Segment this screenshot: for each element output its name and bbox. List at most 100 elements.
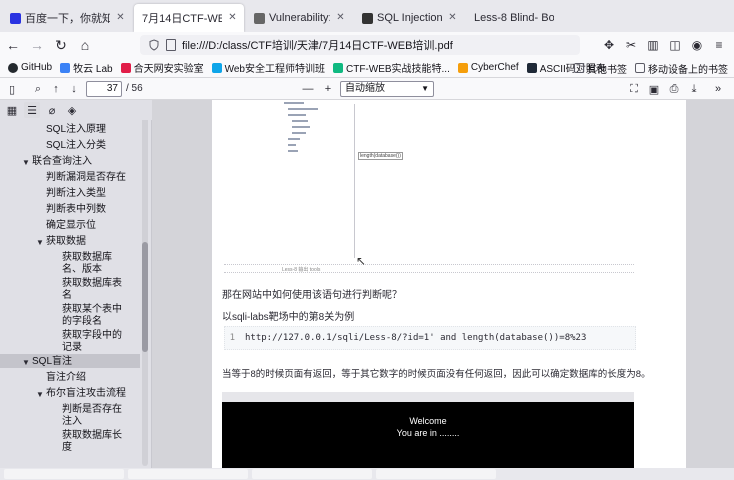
outline-item-selected[interactable]: SQL盲注 (32, 356, 72, 368)
url-bar[interactable]: file:///D:/class/CTF培训/天津/7月14日CTF-WEB培训… (140, 35, 580, 55)
bookmark-muyun-lab[interactable]: 牧云 Lab (60, 60, 113, 75)
close-tab-icon[interactable]: ✕ (115, 12, 126, 23)
arrow-down-icon: ↓ (71, 83, 77, 95)
bottom-tab[interactable] (128, 469, 248, 479)
outline-item[interactable]: 判断是否存在注入 (62, 404, 130, 428)
tab-vulnerability-sql[interactable]: Vulnerability: SQL ✕ (246, 4, 352, 32)
home-button[interactable]: ⌂ (74, 34, 96, 56)
you-are-in-text: You are in ........ (396, 428, 460, 438)
forward-button[interactable]: → (26, 34, 48, 56)
url-text: file:///D:/class/CTF培训/天津/7月14日CTF-WEB培训… (182, 40, 453, 52)
outline-view-button[interactable]: ☰ (24, 102, 40, 118)
tab-ctf-pdf[interactable]: 7月14日CTF-WEB培训 ✕ (134, 4, 244, 32)
zoom-out-button[interactable]: — (300, 81, 316, 97)
bottom-tab[interactable] (4, 469, 124, 479)
page-number-input[interactable]: 37 (86, 81, 122, 97)
outline-item[interactable]: 获取数据库长度 (62, 430, 130, 454)
page-result-screenshot: Welcome You are in ........ (222, 392, 634, 468)
bookmarks-bar: GitHub 牧云 Lab 合天网安实验室 Web安全工程师特训班 CTF-WE… (0, 58, 734, 78)
twisty-expanded-icon[interactable]: ▼ (36, 390, 44, 399)
tab-less-8[interactable]: Less-8 Blind- Boolian (466, 4, 576, 32)
library-icon: ▥ (647, 38, 659, 52)
bookmark-hetian[interactable]: 合天网安实验室 (120, 60, 204, 75)
sidebar-scrollbar[interactable] (142, 102, 148, 466)
layers-view-button[interactable]: ◈ (64, 102, 80, 118)
sidebar-button[interactable]: ◫ (664, 35, 686, 55)
arrow-left-icon: ← (6, 37, 20, 53)
outline-item[interactable]: 获取某个表中的字段名 (62, 304, 130, 328)
bookmark-github[interactable]: GitHub (8, 62, 52, 73)
back-button[interactable]: ← (2, 34, 24, 56)
bookmark-label: 其他书签 (587, 64, 627, 76)
close-tab-icon[interactable]: ✕ (447, 12, 458, 23)
bookmark-ctf-web[interactable]: CTF-WEB实战技能特... (332, 60, 450, 75)
bookmark-web-training[interactable]: Web安全工程师特训班 (211, 60, 325, 75)
snippet-line (292, 120, 308, 122)
layers-icon: ◈ (67, 104, 77, 117)
outline-item[interactable]: SQL注入分类 (46, 140, 106, 152)
ctf-web-icon (332, 62, 343, 73)
dotted-divider (224, 272, 634, 273)
outline-item[interactable]: 判断注入类型 (46, 188, 106, 200)
attachments-view-button[interactable]: ⌀ (44, 102, 60, 118)
tab-label: Vulnerability: SQL (269, 12, 330, 24)
bookmark-other[interactable]: 其他书签 (574, 61, 627, 76)
presentation-mode-button[interactable]: ⛶ (626, 81, 642, 97)
outline-item[interactable]: 获取数据库名、版本 (62, 252, 130, 276)
outline-item[interactable]: 获取数据 (46, 236, 86, 248)
plus-icon: + (324, 83, 332, 95)
bookmark-mobile[interactable]: 移动设备上的书签 (635, 61, 728, 76)
screenshot-button[interactable]: ✂ (620, 35, 642, 55)
outline-item[interactable]: SQL注入原理 (46, 124, 106, 136)
tools-button[interactable]: » (710, 81, 726, 97)
twisty-expanded-icon[interactable]: ▼ (22, 158, 30, 167)
outline-item[interactable]: 获取字段中的记录 (62, 330, 130, 354)
code-block: 1 http://127.0.0.1/sqli/Less-8/?id=1' an… (224, 326, 636, 350)
zoom-in-button[interactable]: + (320, 81, 336, 97)
snippet-divider (354, 104, 355, 258)
snippet-line (288, 108, 318, 110)
outline-item[interactable]: 布尔盲注攻击流程 (46, 388, 126, 400)
bookmark-cyberchef[interactable]: CyberChef (457, 62, 519, 73)
twisty-expanded-icon[interactable]: ▼ (22, 358, 30, 367)
snippet-line (292, 126, 310, 128)
bookmark-label: Web安全工程师特训班 (224, 64, 325, 75)
scrollbar-thumb[interactable] (142, 242, 148, 352)
bottom-tab[interactable] (376, 469, 496, 479)
zoom-select[interactable]: 自动缩放 ▼ (340, 81, 434, 97)
save-button[interactable]: ⤓ (686, 81, 702, 97)
outline-item[interactable]: 联合查询注入 (32, 156, 92, 168)
pdf-viewer[interactable]: length(database()) Less-8 输出 tools ↖ 那在网… (152, 100, 734, 468)
outline-item[interactable]: 确定显示位 (46, 220, 96, 232)
outline-item[interactable]: 判断表中列数 (46, 204, 106, 216)
account-button[interactable]: ◉ (686, 35, 708, 55)
outline-item[interactable]: 获取数据库表名 (62, 278, 130, 302)
bookmarks-right: 其他书签 移动设备上的书签 (566, 58, 728, 78)
print-button[interactable]: ⎙ (666, 81, 682, 97)
paperclip-icon: ⌀ (48, 104, 56, 117)
sidebar-toggle-icon: ▯ (8, 83, 16, 96)
toggle-sidebar-button[interactable]: ▯ (4, 81, 20, 97)
bottom-tab[interactable] (252, 469, 372, 479)
close-tab-icon[interactable]: ✕ (227, 12, 238, 23)
github-icon (8, 62, 18, 73)
twisty-expanded-icon[interactable]: ▼ (36, 238, 44, 247)
thumbnail-view-button[interactable]: ▦ (4, 102, 20, 118)
extension-button[interactable]: ✥ (598, 35, 620, 55)
outline-item[interactable]: 盲注介绍 (46, 372, 86, 384)
outline-item[interactable]: 判断漏洞是否存在 (46, 172, 126, 184)
open-file-button[interactable]: ▣ (646, 81, 662, 97)
find-button[interactable]: ⌕ (30, 81, 46, 97)
tab-sql-injections[interactable]: SQL Injections ✕ (354, 4, 464, 32)
menu-button[interactable]: ≡ (708, 35, 730, 55)
tab-strip: 百度一下，你就知道 ✕ 7月14日CTF-WEB培训 ✕ Vulnerabili… (0, 0, 734, 32)
library-button[interactable]: ▥ (642, 35, 664, 55)
pdf-page: length(database()) Less-8 输出 tools ↖ 那在网… (212, 100, 686, 468)
close-tab-icon[interactable]: ✕ (335, 12, 346, 23)
next-page-button[interactable]: ↓ (66, 81, 82, 97)
page-icon (166, 39, 176, 51)
tab-baidu[interactable]: 百度一下，你就知道 ✕ (2, 4, 132, 32)
reload-button[interactable]: ↻ (50, 34, 72, 56)
minus-icon: — (302, 83, 314, 95)
previous-page-button[interactable]: ↑ (48, 81, 64, 97)
